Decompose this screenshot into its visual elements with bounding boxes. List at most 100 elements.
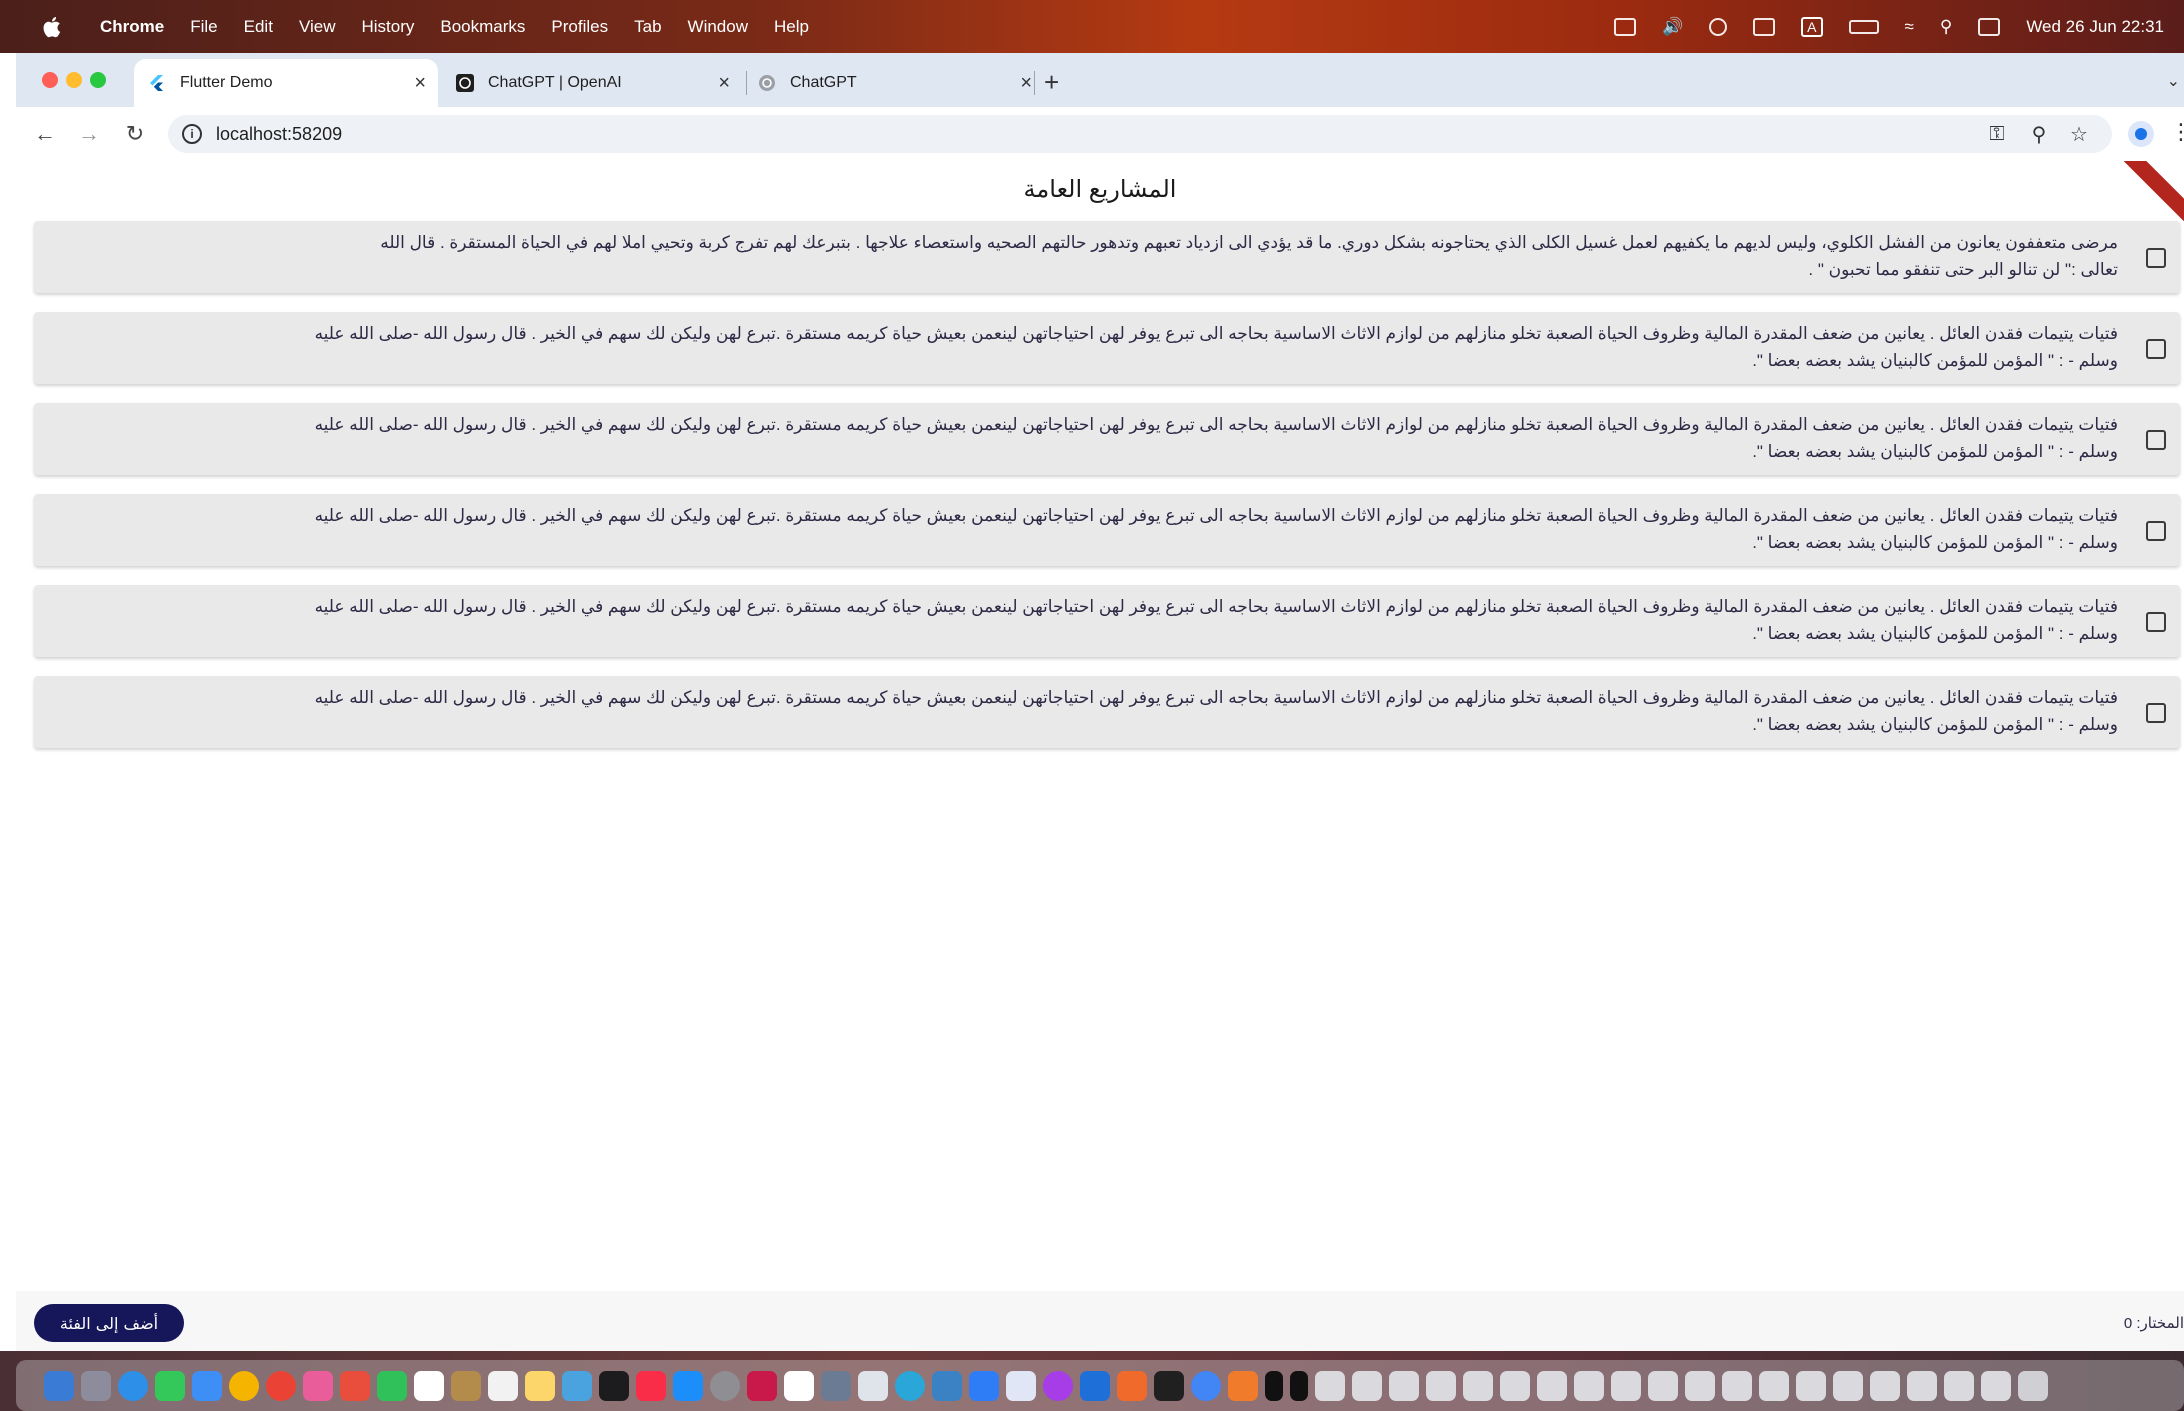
reminders-icon[interactable]	[488, 1370, 518, 1401]
window-thumbnail-icon[interactable]	[1944, 1370, 1974, 1401]
project-card[interactable]: فتيات يتيمات فقدن العائل . يعانين من ضعف…	[34, 494, 2180, 566]
close-tab-icon[interactable]: ×	[718, 72, 730, 95]
xcode-icon[interactable]	[932, 1370, 962, 1401]
menu-help[interactable]: Help	[774, 17, 809, 37]
music-icon[interactable]	[636, 1370, 666, 1401]
chrome-icon[interactable]	[229, 1370, 259, 1401]
window-thumbnail-icon[interactable]	[1500, 1370, 1530, 1401]
window-thumbnail-icon[interactable]	[1722, 1370, 1752, 1401]
address-url[interactable]: localhost:58209	[216, 124, 342, 145]
project-card[interactable]: مرضى متعففون يعانون من الفشل الكلوي، ولي…	[34, 221, 2180, 293]
window-thumbnail-icon[interactable]	[1796, 1370, 1826, 1401]
textedit-icon[interactable]	[858, 1370, 888, 1401]
contacts-icon[interactable]	[451, 1370, 481, 1401]
safari-icon[interactable]	[118, 1370, 148, 1401]
project-checkbox[interactable]	[2146, 248, 2166, 268]
password-key-icon[interactable]: ⚿	[1986, 123, 2008, 145]
window-thumbnail-icon[interactable]	[1981, 1370, 2011, 1401]
terminal-icon[interactable]	[1154, 1370, 1184, 1401]
project-checkbox[interactable]	[2146, 339, 2166, 359]
figma-icon[interactable]	[1043, 1370, 1073, 1401]
window-minimize-button[interactable]	[66, 72, 82, 88]
project-checkbox[interactable]	[2146, 612, 2166, 632]
calendar-icon[interactable]	[414, 1370, 444, 1401]
forward-arrow-icon[interactable]: →	[74, 119, 104, 149]
menu-app-name[interactable]: Chrome	[100, 17, 164, 37]
menubar-clock[interactable]: Wed 26 Jun 22:31	[2026, 17, 2164, 37]
tab-flutter-demo[interactable]: Flutter Demo ×	[134, 59, 438, 107]
p-app-icon[interactable]	[784, 1370, 814, 1401]
window-close-button[interactable]	[42, 72, 58, 88]
window-thumbnail-icon[interactable]	[1290, 1370, 1308, 1401]
maps-icon[interactable]	[340, 1370, 370, 1401]
window-thumbnail-icon[interactable]	[1265, 1370, 1283, 1401]
system-settings-icon[interactable]	[710, 1370, 740, 1401]
profile-avatar-icon[interactable]	[2128, 121, 2154, 147]
zoom-icon[interactable]: ⚲	[2028, 123, 2050, 146]
menu-bookmarks[interactable]: Bookmarks	[440, 17, 525, 37]
window-thumbnail-icon[interactable]	[1759, 1370, 1789, 1401]
sublime-icon[interactable]	[1228, 1370, 1258, 1401]
close-tab-icon[interactable]: ×	[1020, 72, 1032, 95]
mail-icon[interactable]	[192, 1370, 222, 1401]
battery-icon[interactable]	[1848, 19, 1879, 34]
display-icon[interactable]	[1753, 17, 1776, 36]
project-card[interactable]: فتيات يتيمات فقدن العائل . يعانين من ضعف…	[34, 312, 2180, 384]
add-to-category-button[interactable]: أضف إلى الفئة	[34, 1304, 184, 1342]
new-tab-button[interactable]: +	[1044, 67, 1059, 98]
close-tab-icon[interactable]: ×	[414, 72, 426, 95]
tab-search-chevron-icon[interactable]: ⌄	[2167, 71, 2180, 91]
window-zoom-button[interactable]	[90, 72, 106, 88]
app-store-icon[interactable]	[673, 1370, 703, 1401]
window-thumbnail-icon[interactable]	[1352, 1370, 1382, 1401]
window-thumbnail-icon[interactable]	[1611, 1370, 1641, 1401]
window-thumbnail-icon[interactable]	[1833, 1370, 1863, 1401]
chrome-canary-icon[interactable]	[266, 1370, 296, 1401]
chrome-dev-icon[interactable]	[1191, 1370, 1221, 1401]
play-icon[interactable]	[1709, 17, 1728, 36]
notes-icon[interactable]	[525, 1370, 555, 1401]
facetime-icon[interactable]	[377, 1370, 407, 1401]
proxyman-icon[interactable]	[895, 1370, 925, 1401]
window-thumbnail-icon[interactable]	[1870, 1370, 1900, 1401]
translate-icon[interactable]	[969, 1370, 999, 1401]
window-thumbnail-icon[interactable]	[1463, 1370, 1493, 1401]
spotlight-search-icon[interactable]: ⚲	[1940, 17, 1952, 37]
volume-icon[interactable]: 🔊	[1662, 17, 1683, 37]
window-thumbnail-icon[interactable]	[1537, 1370, 1567, 1401]
wifi-icon[interactable]: ≈	[1905, 17, 1914, 37]
site-info-icon[interactable]: i	[182, 124, 202, 144]
project-card[interactable]: فتيات يتيمات فقدن العائل . يعانين من ضعف…	[34, 403, 2180, 475]
tab-chatgpt-openai[interactable]: ChatGPT | OpenAI ×	[442, 59, 742, 107]
apple-icon[interactable]	[40, 15, 62, 39]
freeform-icon[interactable]	[562, 1370, 592, 1401]
messages-icon[interactable]	[155, 1370, 185, 1401]
menu-history[interactable]: History	[361, 17, 414, 37]
trash-icon[interactable]	[2018, 1370, 2048, 1401]
apple-tv-icon[interactable]	[599, 1370, 629, 1401]
address-bar[interactable]: i localhost:58209 ⚿ ⚲ ☆	[168, 115, 2112, 153]
tab-chatgpt[interactable]: ChatGPT ×	[744, 59, 1044, 107]
menu-file[interactable]: File	[190, 17, 217, 37]
project-checkbox[interactable]	[2146, 703, 2166, 723]
window-thumbnail-icon[interactable]	[1648, 1370, 1678, 1401]
project-card[interactable]: فتيات يتيمات فقدن العائل . يعانين من ضعف…	[34, 585, 2180, 657]
back-arrow-icon[interactable]: ←	[30, 119, 60, 149]
screen-record-icon[interactable]	[1614, 17, 1636, 36]
photos-icon[interactable]	[303, 1370, 333, 1401]
project-card[interactable]: فتيات يتيمات فقدن العائل . يعانين من ضعف…	[34, 676, 2180, 748]
menu-edit[interactable]: Edit	[244, 17, 273, 37]
swift-icon[interactable]	[1117, 1370, 1147, 1401]
project-checkbox[interactable]	[2146, 521, 2166, 541]
menu-view[interactable]: View	[299, 17, 336, 37]
window-thumbnail-icon[interactable]	[1685, 1370, 1715, 1401]
vscode-icon[interactable]	[1080, 1370, 1110, 1401]
menu-profiles[interactable]: Profiles	[551, 17, 608, 37]
menu-tab[interactable]: Tab	[634, 17, 661, 37]
control-center-icon[interactable]	[1978, 17, 2001, 36]
input-source-icon[interactable]: A	[1801, 16, 1823, 37]
launchpad-icon[interactable]	[81, 1370, 111, 1401]
window-thumbnail-icon[interactable]	[1574, 1370, 1604, 1401]
intellij-icon[interactable]	[747, 1370, 777, 1401]
window-thumbnail-icon[interactable]	[1389, 1370, 1419, 1401]
